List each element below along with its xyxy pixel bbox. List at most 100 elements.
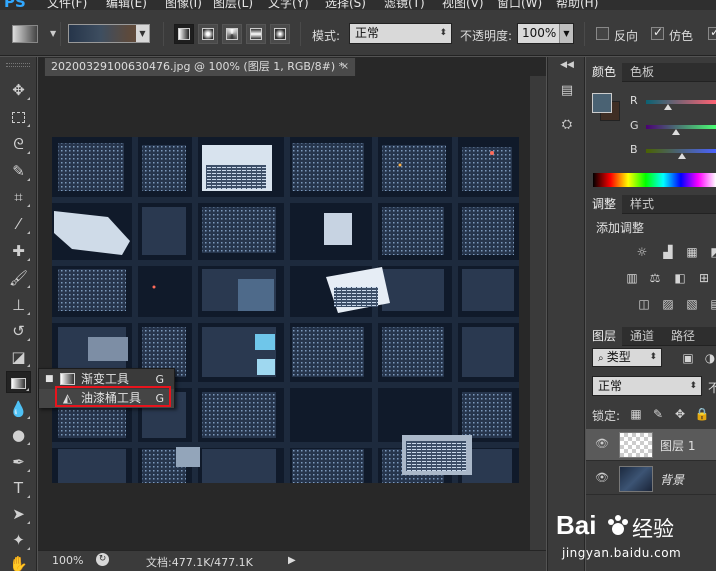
filter-image-icon[interactable]: ▣ xyxy=(680,351,696,365)
diamond-gradient-button[interactable] xyxy=(270,24,290,44)
layer-row[interactable]: 👁 背景 xyxy=(586,463,716,495)
linear-gradient-button[interactable] xyxy=(174,24,194,44)
menu-window[interactable]: 窗口(W) xyxy=(497,0,542,10)
gradient-tool-icon[interactable] xyxy=(6,371,31,393)
document-tab[interactable]: 20200329100630476.jpg @ 100% (图层 1, RGB/… xyxy=(44,57,356,76)
current-tool-bullet-icon: ■ xyxy=(45,374,54,384)
menu-filter[interactable]: 滤镜(T) xyxy=(384,0,425,10)
dodge-tool-icon[interactable]: ● xyxy=(6,424,31,446)
green-gradient-bar[interactable] xyxy=(646,125,716,129)
menu-image[interactable]: 图像(I) xyxy=(165,0,202,10)
vertical-scrollbar[interactable] xyxy=(530,76,546,550)
properties-icon[interactable]: ⛭ xyxy=(557,117,577,135)
slider-thumb[interactable] xyxy=(664,104,672,110)
marquee-tool-icon[interactable] xyxy=(6,106,31,128)
tab-styles[interactable]: 样式 xyxy=(624,195,660,214)
chevron-down-icon[interactable]: ▼ xyxy=(136,25,149,42)
red-gradient-bar[interactable] xyxy=(646,100,716,104)
visibility-eye-icon[interactable]: 👁 xyxy=(595,471,609,484)
shape-tool-icon[interactable]: ✦ xyxy=(6,529,31,551)
filter-adjust-icon[interactable]: ◑ xyxy=(702,351,716,365)
layer-name[interactable]: 背景 xyxy=(660,471,684,488)
blur-tool-icon[interactable]: 💧 xyxy=(6,398,31,420)
channel-mixer-icon[interactable]: ⊞ xyxy=(696,271,712,285)
vibrance-icon[interactable]: ▥ xyxy=(624,271,640,285)
type-tool-icon[interactable]: T xyxy=(6,477,31,499)
opacity-input[interactable]: 100% ▼ xyxy=(517,23,574,44)
color-spectrum[interactable] xyxy=(593,173,716,187)
lock-pixels-icon[interactable]: ✎ xyxy=(650,407,666,421)
levels-icon[interactable]: ▟ xyxy=(660,245,676,259)
hand-tool-icon[interactable]: ✋ xyxy=(6,553,31,571)
menu-layer[interactable]: 图层(L) xyxy=(213,0,253,10)
clone-stamp-tool-icon[interactable]: ⊥ xyxy=(6,294,31,316)
brightness-icon[interactable]: ☼ xyxy=(634,245,650,259)
path-selection-tool-icon[interactable]: ➤ xyxy=(6,503,31,525)
exposure-icon[interactable]: ◩ xyxy=(708,245,716,259)
tab-adjustments[interactable]: 调整 xyxy=(586,195,623,214)
chevron-down-icon[interactable]: ▼ xyxy=(559,24,573,43)
chevron-down-icon[interactable]: ▼ xyxy=(50,29,56,38)
lock-all-icon[interactable]: 🔒 xyxy=(694,407,710,421)
gradient-map-icon[interactable]: ▤ xyxy=(708,297,716,311)
move-tool-icon[interactable]: ✥ xyxy=(6,79,31,101)
canvas-area[interactable] xyxy=(38,76,530,550)
curves-icon[interactable]: ▦ xyxy=(684,245,700,259)
menu-type[interactable]: 文字(Y) xyxy=(268,0,309,10)
color-balance-icon[interactable]: ⚖ xyxy=(647,271,663,285)
reverse-checkbox[interactable] xyxy=(596,27,609,40)
lock-position-icon[interactable]: ✥ xyxy=(672,407,688,421)
blue-slider[interactable]: B xyxy=(586,143,716,159)
healing-brush-tool-icon[interactable]: ✚ xyxy=(6,240,31,262)
tab-channels[interactable]: 通道 xyxy=(624,327,660,346)
threshold-icon[interactable]: ▧ xyxy=(684,297,700,311)
red-slider[interactable]: R xyxy=(586,94,716,110)
mode-select[interactable]: 正常 ⬍ xyxy=(349,23,452,44)
brush-tool-icon[interactable]: 🖌 xyxy=(6,267,31,289)
menu-help[interactable]: 帮助(H) xyxy=(556,0,598,10)
collapse-arrows-icon[interactable]: ◀◀ xyxy=(557,60,577,78)
dither-checkbox[interactable] xyxy=(651,25,664,40)
share-icon[interactable]: ↻ xyxy=(96,553,109,566)
black-white-icon[interactable]: ◧ xyxy=(672,271,688,285)
tool-preset-icon[interactable] xyxy=(12,25,38,43)
green-slider[interactable]: G xyxy=(586,119,716,135)
city-aerial-photo[interactable] xyxy=(52,137,519,483)
lock-transparency-icon[interactable]: ▦ xyxy=(628,407,644,421)
history-icon[interactable]: ▤ xyxy=(557,83,577,101)
visibility-eye-icon[interactable]: 👁 xyxy=(595,437,609,450)
panel-grip[interactable] xyxy=(6,63,30,67)
divider xyxy=(163,22,164,46)
tab-paths[interactable]: 路径 xyxy=(665,327,701,346)
posterize-icon[interactable]: ▨ xyxy=(660,297,676,311)
slider-thumb[interactable] xyxy=(678,153,686,159)
radial-gradient-button[interactable] xyxy=(198,24,218,44)
zoom-level[interactable]: 100% xyxy=(52,554,83,567)
layer-row[interactable]: 👁 图层 1 xyxy=(586,429,716,461)
pen-tool-icon[interactable]: ✒ xyxy=(6,451,31,473)
tab-swatches[interactable]: 色板 xyxy=(624,63,660,82)
menu-select[interactable]: 选择(S) xyxy=(325,0,366,10)
transparency-checkbox[interactable] xyxy=(708,25,716,40)
menu-edit[interactable]: 编辑(E) xyxy=(106,0,147,10)
reflected-gradient-button[interactable] xyxy=(246,24,266,44)
gradient-picker[interactable]: ▼ xyxy=(68,24,150,43)
slider-thumb[interactable] xyxy=(672,129,680,135)
invert-icon[interactable]: ◫ xyxy=(636,297,652,311)
tab-color[interactable]: 颜色 xyxy=(586,63,623,82)
eraser-tool-icon[interactable]: ◪ xyxy=(6,346,31,368)
play-arrow-icon[interactable]: ▶ xyxy=(288,555,296,566)
layer-filter-select[interactable]: ⌕ 类型 ⬍ xyxy=(592,348,662,367)
quick-select-tool-icon[interactable]: ✎ xyxy=(6,160,31,182)
menu-file[interactable]: 文件(F) xyxy=(47,0,87,10)
tab-layers[interactable]: 图层 xyxy=(586,327,623,346)
close-icon[interactable]: × xyxy=(341,58,349,76)
blend-mode-select[interactable]: 正常 ⬍ xyxy=(592,376,702,396)
angle-gradient-button[interactable] xyxy=(222,24,242,44)
history-brush-tool-icon[interactable]: ↺ xyxy=(6,320,31,342)
menu-view[interactable]: 视图(V) xyxy=(442,0,484,10)
crop-tool-icon[interactable]: ⌗ xyxy=(6,186,31,208)
layer-name[interactable]: 图层 1 xyxy=(660,437,695,454)
lasso-tool-icon[interactable]: ᘓ xyxy=(6,133,31,155)
eyedropper-tool-icon[interactable]: ⁄ xyxy=(6,213,31,235)
